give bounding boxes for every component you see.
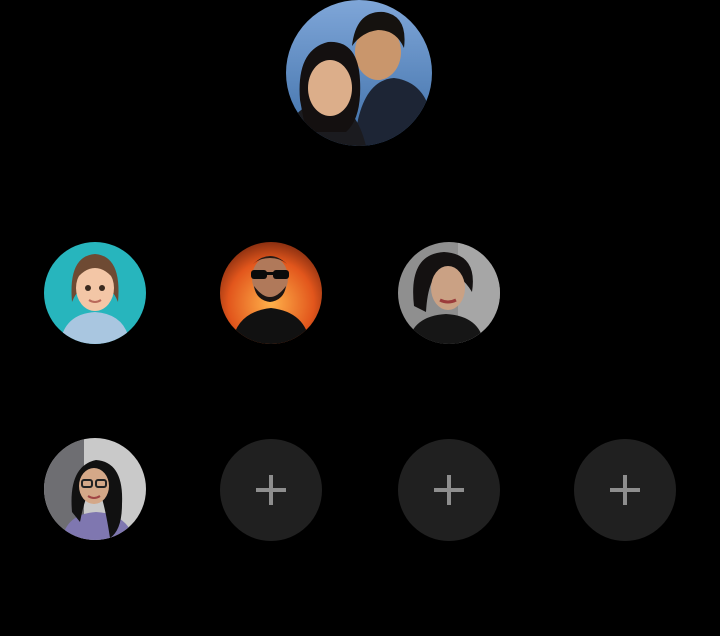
featured-couple-avatar[interactable] <box>286 0 432 146</box>
add-profile-button-2[interactable] <box>398 439 500 541</box>
animated-girl-avatar-icon <box>44 242 146 344</box>
plus-icon <box>256 475 286 505</box>
woman-portrait-avatar[interactable] <box>398 242 500 344</box>
woman-glasses-avatar[interactable] <box>44 438 146 540</box>
animated-girl-avatar[interactable] <box>44 242 146 344</box>
woman-portrait-photo-icon <box>398 242 500 344</box>
couple-photo-icon <box>286 0 432 146</box>
add-profile-button-3[interactable] <box>574 439 676 541</box>
plus-icon <box>434 475 464 505</box>
plus-icon <box>610 475 640 505</box>
add-profile-button-1[interactable] <box>220 439 322 541</box>
profile-picker-screen <box>0 0 720 636</box>
man-sunglasses-photo-icon <box>220 242 322 344</box>
man-sunglasses-avatar[interactable] <box>220 242 322 344</box>
woman-glasses-selfie-icon <box>44 438 146 540</box>
